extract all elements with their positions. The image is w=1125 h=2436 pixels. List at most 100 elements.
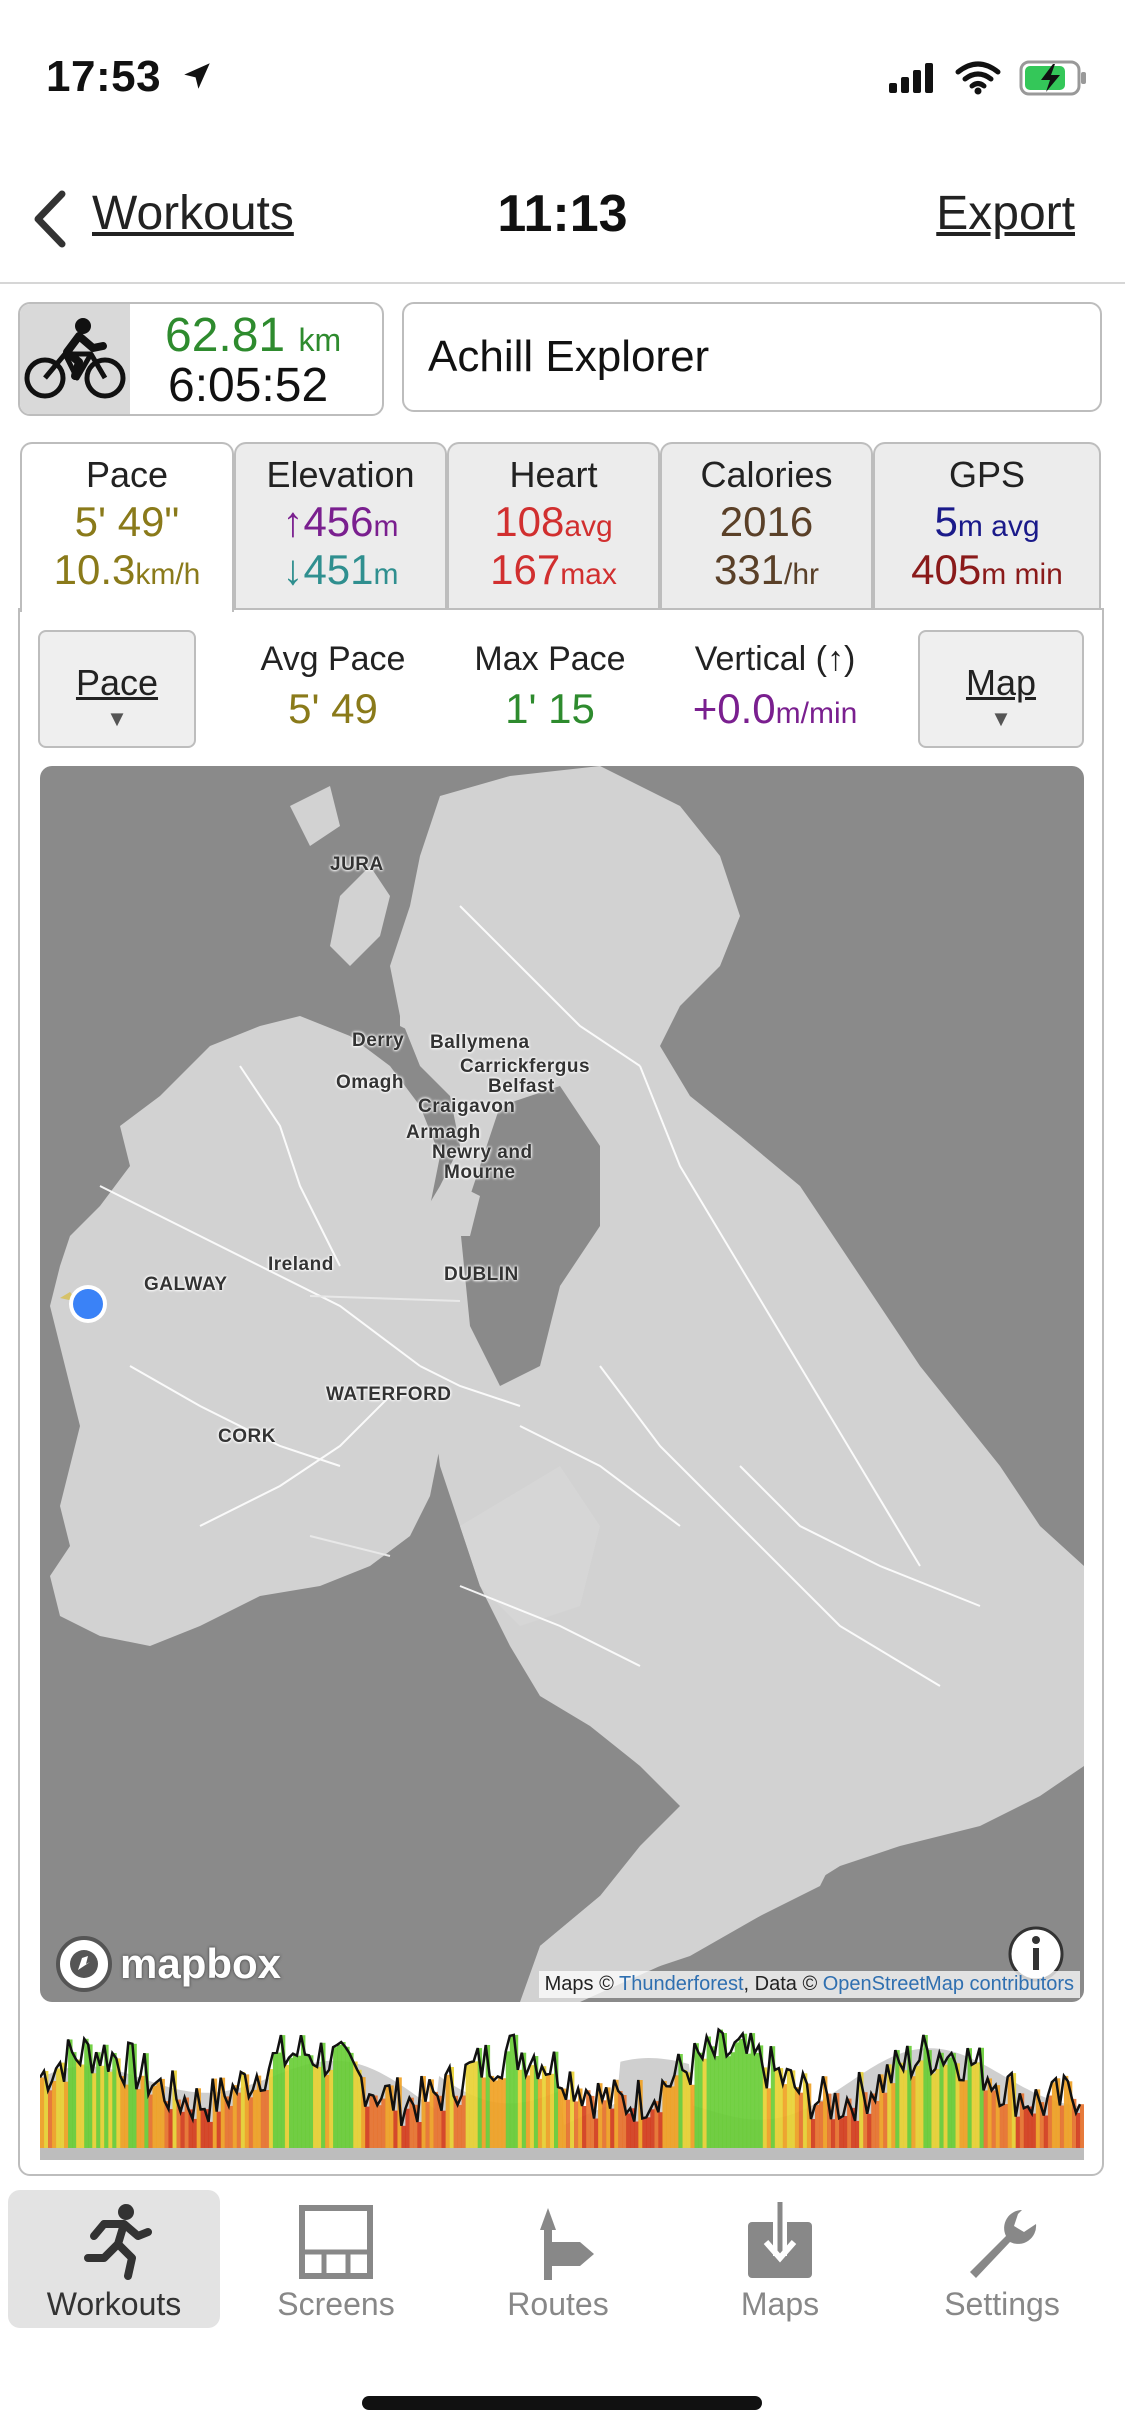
attribution-mid: , Data © bbox=[743, 1973, 818, 1995]
pace-bar bbox=[1031, 2113, 1037, 2154]
pace-bar bbox=[931, 2073, 936, 2154]
wifi-icon bbox=[955, 61, 1001, 95]
pace-bar bbox=[493, 2080, 499, 2154]
tabbar-item-routes[interactable]: Routes bbox=[452, 2190, 664, 2328]
pace-bar bbox=[574, 2101, 579, 2154]
pace-bar bbox=[433, 2091, 438, 2154]
tab-primary-value: 108avg bbox=[449, 498, 658, 546]
pace-bar bbox=[64, 2081, 69, 2154]
pace-bar bbox=[738, 2038, 744, 2154]
cyclist-icon bbox=[24, 318, 126, 399]
pace-bar bbox=[465, 2064, 470, 2154]
pace-bar bbox=[819, 2101, 824, 2154]
pace-selector-label: Pace bbox=[75, 662, 159, 703]
tabbar-item-workouts[interactable]: Workouts bbox=[8, 2190, 220, 2328]
pace-bar bbox=[124, 2084, 129, 2154]
workout-name-field[interactable]: Achill Explorer bbox=[402, 302, 1102, 412]
tab-pace[interactable]: Pace 5' 49" 10.3km/h bbox=[20, 442, 234, 612]
pace-bar bbox=[891, 2083, 896, 2154]
pace-selector-button[interactable]: Pace ▼ bbox=[38, 630, 196, 748]
primary-number: 108 bbox=[494, 498, 565, 545]
tabbar-item-maps[interactable]: Maps bbox=[674, 2190, 886, 2328]
workout-summary[interactable]: 62.81 km 6:05:52 bbox=[18, 302, 384, 416]
pace-bar bbox=[582, 2106, 587, 2154]
pace-bar bbox=[393, 2110, 398, 2154]
tab-gps[interactable]: GPS 5m avg 405m min bbox=[873, 442, 1101, 610]
mapbox-logo-text: mapbox bbox=[120, 1940, 282, 1987]
tabbar-label: Routes bbox=[507, 2286, 609, 2322]
secondary-number: 331 bbox=[713, 546, 785, 593]
pace-bar bbox=[1003, 2104, 1009, 2154]
pace-bar bbox=[180, 2111, 185, 2154]
openstreetmap-link[interactable]: OpenStreetMap contributors bbox=[823, 1973, 1074, 1995]
tabbar-item-settings[interactable]: Settings bbox=[896, 2190, 1108, 2328]
secondary-unit: m min bbox=[981, 558, 1063, 591]
pace-bar bbox=[618, 2091, 623, 2154]
pace-bar bbox=[268, 2069, 274, 2154]
pace-bar bbox=[148, 2094, 153, 2154]
map-label-cork: CORK bbox=[218, 1426, 276, 1447]
workout-profile-graph[interactable] bbox=[40, 2020, 1084, 2160]
pace-bar bbox=[939, 2052, 944, 2154]
primary-number: 2016 bbox=[719, 498, 814, 545]
map-selector-label: Map bbox=[965, 662, 1037, 703]
pace-bar bbox=[381, 2098, 386, 2154]
route-map[interactable]: JURA Derry Ballymena Carrickfergus Omagh… bbox=[40, 766, 1084, 2002]
primary-number: ↑456 bbox=[282, 498, 374, 545]
pace-bar bbox=[690, 2084, 695, 2154]
stat-number: 5' 49 bbox=[288, 685, 378, 732]
pace-bar bbox=[714, 2056, 719, 2154]
pace-bar bbox=[1080, 2104, 1084, 2154]
pace-bar bbox=[509, 2035, 515, 2154]
pace-bar bbox=[284, 2064, 290, 2154]
mapbox-logo-icon bbox=[56, 1936, 112, 1992]
tabbar-item-screens[interactable]: Screens bbox=[230, 2190, 442, 2328]
tab-heart[interactable]: Heart 108avg 167max bbox=[447, 442, 660, 610]
pace-bar bbox=[240, 2072, 246, 2154]
pace-bar bbox=[786, 2069, 792, 2154]
stat-value: +0.0m/min bbox=[660, 685, 890, 733]
pace-bar bbox=[626, 2113, 631, 2154]
pace-bar bbox=[718, 2029, 723, 2154]
thunderforest-link[interactable]: Thunderforest bbox=[619, 1973, 744, 1995]
export-button[interactable]: Export bbox=[936, 186, 1075, 241]
pace-bar bbox=[558, 2087, 563, 2154]
pace-bar bbox=[1059, 2105, 1065, 2154]
pace-bar bbox=[774, 2070, 780, 2154]
secondary-unit: km/h bbox=[135, 558, 201, 591]
nav-divider bbox=[0, 282, 1125, 284]
pace-bar bbox=[96, 2052, 101, 2154]
pace-bar bbox=[293, 2053, 298, 2154]
pace-bar bbox=[349, 2052, 354, 2154]
pace-bar bbox=[734, 2042, 740, 2154]
pace-bar bbox=[947, 2057, 952, 2154]
pace-bar bbox=[935, 2069, 940, 2154]
pace-bar bbox=[782, 2084, 788, 2154]
pace-bar bbox=[505, 2051, 511, 2154]
pace-bar bbox=[56, 2068, 61, 2154]
pace-bar bbox=[794, 2087, 800, 2154]
tab-elevation[interactable]: Elevation ↑456m ↓451m bbox=[234, 442, 447, 610]
pace-bar bbox=[365, 2106, 370, 2154]
pace-bar bbox=[68, 2039, 73, 2154]
tab-calories[interactable]: Calories 2016 331/hr bbox=[660, 442, 873, 610]
pace-bar bbox=[662, 2081, 667, 2154]
home-indicator[interactable] bbox=[362, 2396, 762, 2410]
tab-secondary-value: 10.3km/h bbox=[22, 546, 232, 594]
secondary-unit: m bbox=[373, 558, 399, 591]
map-download-icon bbox=[740, 2202, 820, 2282]
tab-primary-value: 5m avg bbox=[875, 498, 1099, 546]
stat-vertical: Vertical (↑) +0.0m/min bbox=[660, 640, 890, 733]
pace-bar bbox=[975, 2062, 980, 2154]
map-selector-button[interactable]: Map ▼ bbox=[918, 630, 1084, 748]
stat-max-pace: Max Pace 1' 15 bbox=[450, 640, 650, 733]
dropdown-triangle-icon: ▼ bbox=[106, 706, 128, 731]
tabbar-label: Maps bbox=[740, 2286, 820, 2322]
pace-bar bbox=[289, 2057, 294, 2154]
tab-title: Pace bbox=[85, 454, 169, 495]
tabbar-label: Settings bbox=[944, 2286, 1060, 2322]
pace-bar bbox=[529, 2065, 535, 2154]
pace-bar bbox=[341, 2042, 346, 2154]
pace-bar bbox=[545, 2074, 551, 2154]
secondary-number: 405 bbox=[911, 546, 982, 593]
